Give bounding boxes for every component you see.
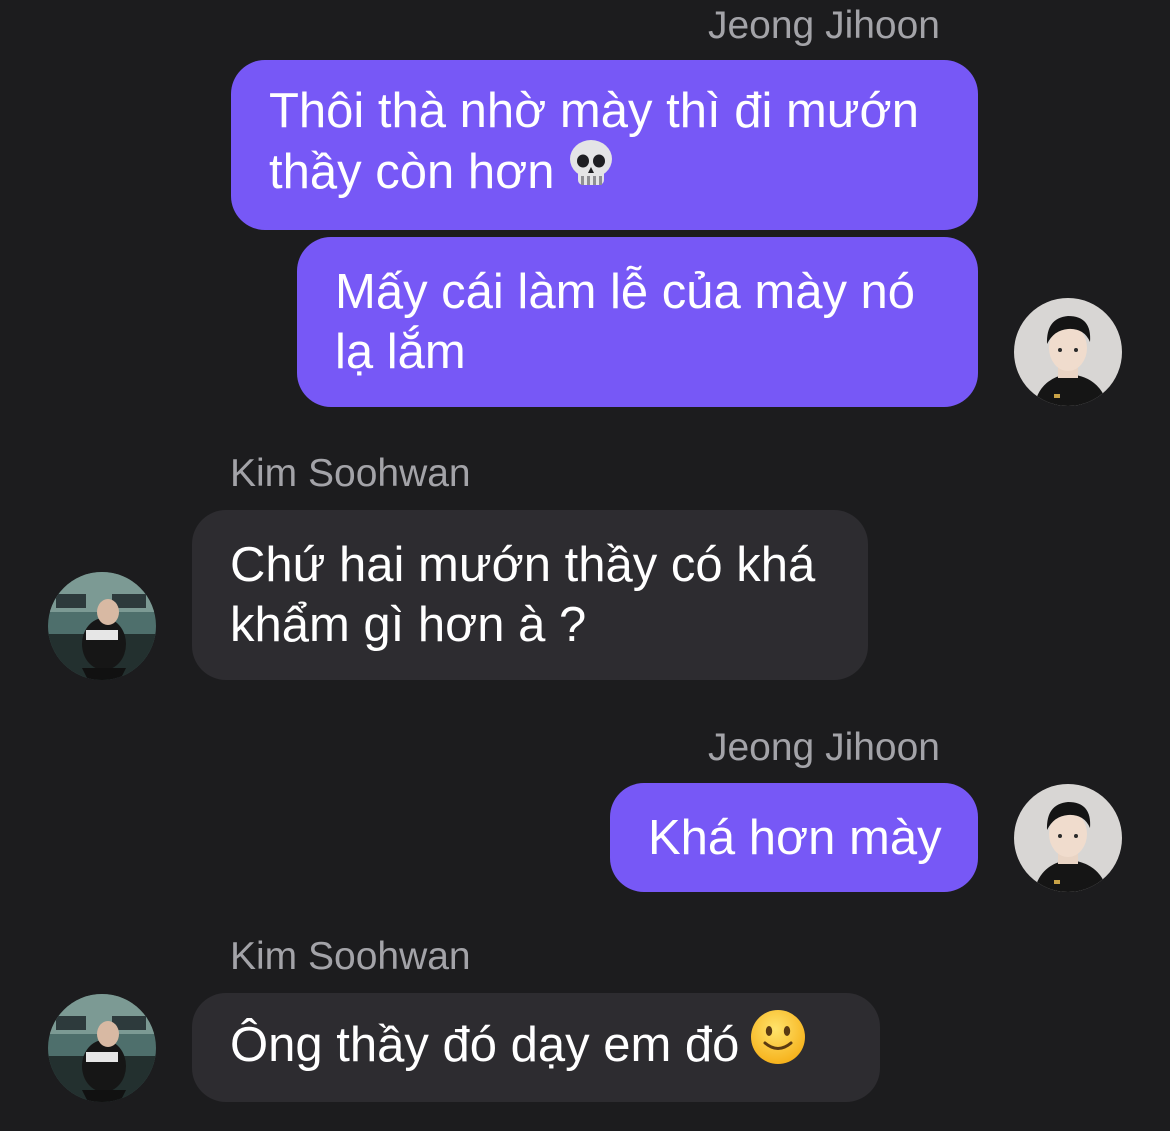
message-bubble[interactable]: Chứ hai mướn thầy có khá khẩm gì hơn à ? bbox=[192, 510, 868, 680]
message-bubble[interactable]: Khá hơn mày bbox=[610, 783, 978, 892]
message-text-line: thầy còn hơn bbox=[269, 140, 940, 209]
message-text-line: Mấy cái làm lễ của mày nó bbox=[335, 265, 916, 319]
sender-name: Jeong Jihoon bbox=[707, 726, 940, 769]
sender-name: Kim Soohwan bbox=[230, 452, 471, 495]
message-text-line: Ông thầy đó dạy em đó bbox=[230, 1009, 842, 1084]
skull-emoji-icon bbox=[564, 137, 618, 205]
slightly-smiling-face-emoji-icon bbox=[749, 1008, 807, 1080]
message-bubble[interactable]: Ông thầy đó dạy em đó bbox=[192, 993, 880, 1102]
message-text-line: Chứ hai mướn thầy có khá bbox=[230, 538, 816, 592]
message-text-line: Khá hơn mày bbox=[648, 810, 942, 865]
kim-soohwan-avatar[interactable] bbox=[48, 994, 156, 1102]
message-bubble[interactable]: Mấy cái làm lễ của mày nó lạ lắm bbox=[297, 237, 978, 407]
message-text-line: khẩm gì hơn à ? bbox=[230, 598, 587, 652]
jeong-jihoon-avatar[interactable] bbox=[1014, 784, 1122, 892]
jeong-jihoon-avatar[interactable] bbox=[1014, 298, 1122, 406]
sender-name: Jeong Jihoon bbox=[707, 4, 940, 47]
message-bubble[interactable]: Thôi thà nhờ mày thì đi mướn thầy còn hơ… bbox=[231, 60, 978, 230]
message-text-line: Thôi thà nhờ mày thì đi mướn bbox=[269, 84, 919, 138]
message-text-line: lạ lắm bbox=[335, 325, 466, 379]
sender-name: Kim Soohwan bbox=[230, 935, 471, 978]
kim-soohwan-avatar[interactable] bbox=[48, 572, 156, 680]
